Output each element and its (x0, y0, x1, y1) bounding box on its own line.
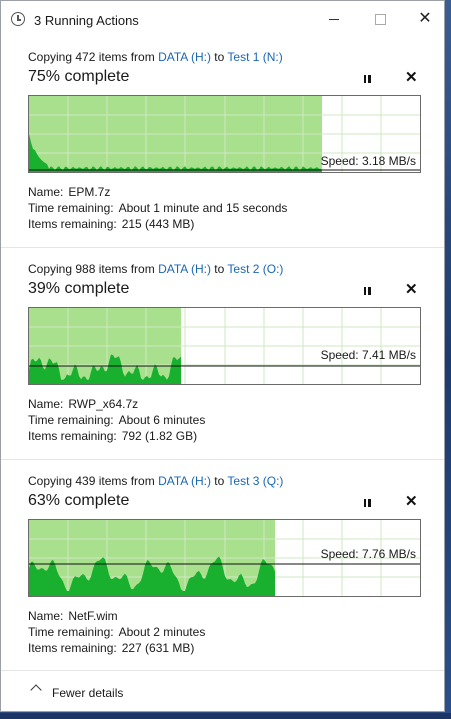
percent-complete: 39% complete (28, 280, 130, 297)
pause-icon-bar (363, 75, 366, 83)
pause-icon-bar (363, 499, 366, 507)
destination-link[interactable]: Test 3 (Q:) (227, 474, 283, 488)
copy-operation-3: Copying 439 items from DATA (H:) to Test… (1, 463, 444, 675)
time-row: Time remaining: About 1 minute and 15 sec… (28, 201, 287, 215)
destination-link[interactable]: Test 2 (O:) (227, 262, 283, 276)
divider (1, 247, 444, 248)
items-label: Items remaining: (28, 429, 117, 443)
copy-prefix: Copying 472 items from (28, 50, 159, 64)
time-row: Time remaining: About 6 minutes (28, 413, 205, 427)
file-name: RWP_x64.7z (68, 397, 139, 411)
name-row: Name: EPM.7z (28, 185, 110, 199)
close-icon: ✕ (418, 10, 432, 27)
progress-window: 3 Running Actions ✕ Copying 472 items fr… (0, 0, 445, 712)
time-remaining: About 1 minute and 15 seconds (118, 201, 288, 215)
speed-readout: Speed: 7.41 MB/s (320, 348, 416, 362)
time-remaining: About 2 minutes (118, 625, 206, 639)
source-link[interactable]: DATA (H:) (158, 474, 211, 488)
pause-icon-bar (363, 287, 366, 295)
name-row: Name: RWP_x64.7z (28, 397, 138, 411)
fewer-details-label: Fewer details (52, 686, 124, 700)
speed-graph: Speed: 3.18 MB/s (28, 95, 421, 173)
cancel-button[interactable]: ✕ (405, 280, 418, 298)
destination-link[interactable]: Test 1 (N:) (227, 50, 282, 64)
time-label: Time remaining: (28, 413, 114, 427)
window-title: 3 Running Actions (34, 13, 139, 28)
time-remaining: About 6 minutes (118, 413, 206, 427)
pause-button[interactable] (360, 284, 374, 298)
to-text: to (210, 50, 228, 64)
copy-prefix: Copying 439 items from (28, 474, 159, 488)
percent-complete: 63% complete (28, 492, 130, 509)
file-name: EPM.7z (68, 185, 111, 199)
copy-operation-1: Copying 472 items from DATA (H:) to Test… (1, 39, 444, 251)
chevron-up-icon (30, 684, 42, 696)
items-label: Items remaining: (28, 641, 117, 655)
time-label: Time remaining: (28, 201, 114, 215)
minimize-button[interactable] (315, 5, 353, 33)
pause-icon-bar (368, 499, 371, 507)
name-row: Name: NetF.wim (28, 609, 118, 623)
items-row: Items remaining: 792 (1.82 GB) (28, 429, 197, 443)
clock-icon (11, 12, 25, 26)
copy-description: Copying 472 items from DATA (H:) to Test… (28, 50, 283, 64)
minimize-icon (329, 18, 339, 20)
speed-readout: Speed: 3.18 MB/s (320, 154, 416, 168)
percent-complete: 75% complete (28, 68, 130, 85)
speed-graph-svg (29, 308, 420, 384)
items-row: Items remaining: 227 (631 MB) (28, 641, 194, 655)
copy-operation-2: Copying 988 items from DATA (H:) to Test… (1, 251, 444, 463)
pause-button[interactable] (360, 72, 374, 86)
fewer-details-button[interactable]: Fewer details (1, 671, 444, 713)
title-bar[interactable]: 3 Running Actions ✕ (1, 1, 444, 39)
source-link[interactable]: DATA (H:) (158, 50, 211, 64)
maximize-button[interactable] (361, 5, 399, 33)
pause-button[interactable] (360, 496, 374, 510)
name-label: Name: (28, 397, 64, 411)
to-text: to (210, 262, 228, 276)
maximize-icon (374, 13, 386, 25)
items-remaining: 215 (443 MB) (121, 217, 195, 231)
to-text: to (210, 474, 228, 488)
time-row: Time remaining: About 2 minutes (28, 625, 205, 639)
speed-readout: Speed: 7.76 MB/s (320, 547, 416, 561)
name-label: Name: (28, 185, 64, 199)
copy-description: Copying 439 items from DATA (H:) to Test… (28, 474, 283, 488)
name-label: Name: (28, 609, 64, 623)
items-remaining: 227 (631 MB) (121, 641, 195, 655)
cancel-button[interactable]: ✕ (405, 492, 418, 510)
taskbar-edge (0, 713, 451, 719)
cancel-button[interactable]: ✕ (405, 68, 418, 86)
time-label: Time remaining: (28, 625, 114, 639)
copy-description: Copying 988 items from DATA (H:) to Test… (28, 262, 283, 276)
source-link[interactable]: DATA (H:) (158, 262, 211, 276)
pause-icon-bar (368, 287, 371, 295)
speed-graph: Speed: 7.41 MB/s (28, 307, 421, 385)
pause-icon-bar (368, 75, 371, 83)
close-window-button[interactable]: ✕ (406, 5, 444, 33)
speed-graph: Speed: 7.76 MB/s (28, 519, 421, 597)
copy-prefix: Copying 988 items from (28, 262, 159, 276)
items-remaining: 792 (1.82 GB) (121, 429, 198, 443)
items-label: Items remaining: (28, 217, 117, 231)
divider (1, 459, 444, 460)
file-name: NetF.wim (68, 609, 118, 623)
items-row: Items remaining: 215 (443 MB) (28, 217, 194, 231)
